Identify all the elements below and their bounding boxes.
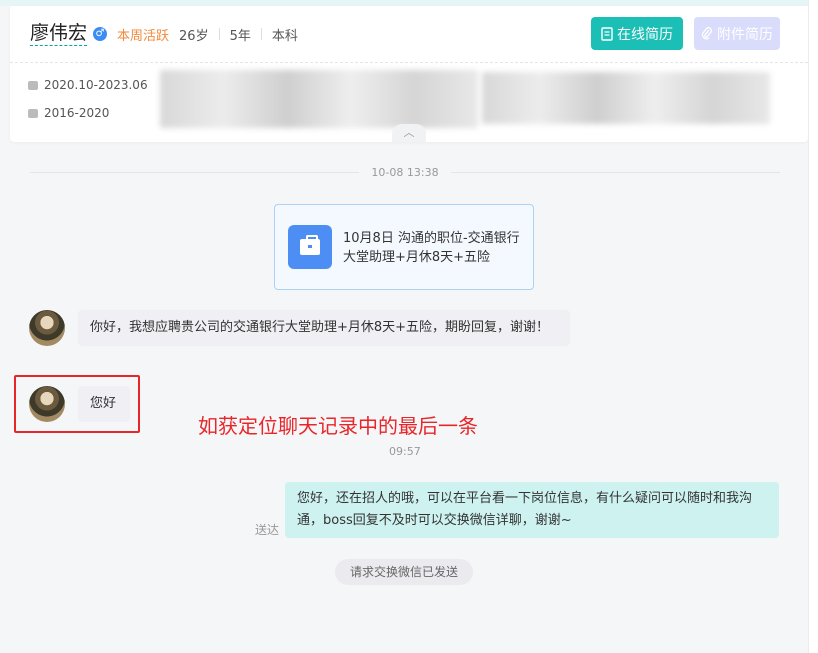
redacted-info-left bbox=[160, 70, 478, 128]
header-divider bbox=[10, 62, 808, 63]
message-bubble-outgoing: 您好，还在招人的哦，可以在平台看一下岗位信息，有什么疑问可以随时和我沟通，bos… bbox=[285, 482, 779, 538]
right-scroll-edge bbox=[808, 0, 818, 653]
job-card[interactable]: 10月8日 沟通的职位-交通银行大堂助理+月休8天+五险 bbox=[274, 204, 534, 290]
system-notice: 请求交换微信已发送 bbox=[335, 559, 473, 585]
online-resume-button[interactable]: 在线简历 bbox=[591, 17, 683, 50]
annotation-text: 如获定位聊天记录中的最后一条 bbox=[198, 414, 478, 438]
candidate-header: 廖伟宏 ♂ 本周活跃 26岁 5年 本科 在线简历 附件简历 2020.10-2… bbox=[10, 6, 808, 142]
briefcase-icon bbox=[28, 80, 38, 90]
candidate-age: 26岁 bbox=[179, 28, 209, 44]
timestamp: 09:57 bbox=[389, 445, 421, 458]
chevron-up-icon: ︿ bbox=[403, 126, 415, 139]
timestamp: 10-08 13:38 bbox=[371, 166, 439, 179]
candidate-name[interactable]: 廖伟宏 bbox=[30, 22, 88, 46]
divider bbox=[218, 28, 220, 40]
paperclip-icon bbox=[701, 26, 712, 39]
work-history-row: 2020.10-2023.06 bbox=[28, 78, 148, 92]
attachment-resume-button[interactable]: 附件简历 bbox=[694, 17, 780, 50]
active-status: 本周活跃 bbox=[117, 28, 170, 44]
online-resume-label: 在线简历 bbox=[617, 26, 673, 43]
male-icon: ♂ bbox=[93, 27, 108, 41]
message-bubble-incoming: 你好，我想应聘贵公司的交通银行大堂助理+月休8天+五险，期盼回复，谢谢！ bbox=[78, 310, 570, 346]
highlight-box bbox=[14, 375, 140, 433]
time-divider: 10-08 13:38 bbox=[30, 166, 781, 179]
attachment-resume-label: 附件简历 bbox=[717, 26, 773, 43]
collapse-toggle[interactable]: ︿ bbox=[392, 124, 426, 142]
name-row: 廖伟宏 ♂ 本周活跃 26岁 5年 本科 bbox=[30, 20, 298, 48]
redacted-info-right bbox=[482, 72, 770, 124]
edu-period: 2016-2020 bbox=[44, 106, 110, 120]
document-icon bbox=[601, 26, 613, 41]
briefcase-icon bbox=[288, 225, 332, 269]
education-history-row: 2016-2020 bbox=[28, 106, 109, 120]
divider bbox=[260, 28, 262, 40]
graduation-cap-icon bbox=[28, 108, 38, 118]
work-period: 2020.10-2023.06 bbox=[44, 78, 148, 92]
job-card-text: 10月8日 沟通的职位-交通银行大堂助理+月休8天+五险 bbox=[343, 231, 520, 265]
delivery-status: 送达 bbox=[255, 523, 280, 537]
candidate-experience: 5年 bbox=[229, 28, 251, 44]
avatar[interactable] bbox=[29, 310, 65, 346]
candidate-education: 本科 bbox=[271, 28, 298, 44]
